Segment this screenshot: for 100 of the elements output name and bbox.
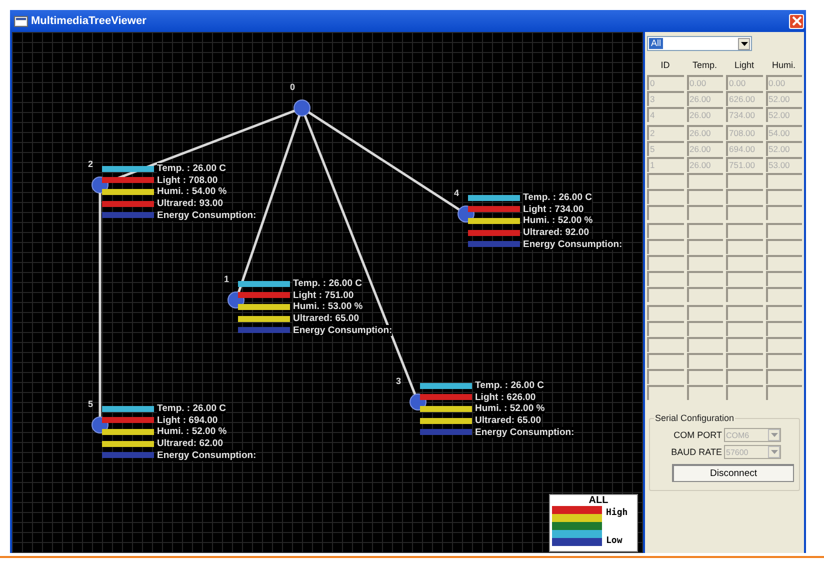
table-field: [766, 337, 802, 352]
table-field: [766, 305, 802, 320]
table-field: 734.00: [726, 107, 762, 122]
node-id: 5: [88, 399, 94, 409]
table-field: 52.00: [766, 91, 802, 106]
table-field: [647, 321, 684, 336]
column-header: ID: [660, 59, 671, 71]
reading-text: Energy Consumption:: [475, 426, 574, 438]
table-field: [686, 255, 723, 270]
table-field: [686, 271, 723, 286]
table-field: [766, 353, 802, 368]
table-field: 694.00: [726, 141, 762, 156]
legend-label: Low: [606, 536, 624, 546]
table-field: [647, 369, 684, 384]
table-field: 1: [647, 157, 684, 172]
table-field: [686, 353, 723, 368]
window-icon: [14, 16, 28, 26]
table-field: [647, 385, 684, 400]
table-field: 26.00: [686, 141, 723, 156]
table-field: [647, 205, 684, 220]
table-field: 54.00: [766, 125, 802, 140]
table-field: [686, 205, 723, 220]
reading-text: Humi. : 54.00 %: [157, 186, 227, 198]
node-id: 3: [396, 376, 402, 386]
table-field: [766, 189, 802, 204]
table-field: [647, 255, 684, 270]
reading-text: Light : 708.00: [157, 174, 218, 186]
column-header: Light: [733, 59, 756, 71]
table-field: [726, 305, 762, 320]
reading-text: Humi. : 52.00 %: [475, 403, 545, 414]
disconnect-button[interactable]: Disconnect: [672, 464, 794, 482]
table-field: 53.00: [766, 157, 802, 172]
node-id: 4: [454, 188, 460, 198]
node-circle[interactable]: [294, 100, 310, 116]
reading-text: Ultrared: 93.00: [157, 198, 224, 210]
table-field: [726, 271, 762, 286]
table-field: [647, 337, 684, 352]
table-field: [686, 239, 723, 254]
table-field: [647, 223, 684, 238]
table-field: [647, 287, 684, 302]
table-field: 3: [647, 91, 684, 106]
table-field: [647, 353, 684, 368]
table-field: [686, 287, 723, 302]
column-header: Humi.: [770, 59, 796, 71]
table-field: 0.00: [766, 75, 802, 90]
table-field: 4: [647, 107, 684, 122]
node-id: 0: [290, 82, 296, 92]
table-field: 52.00: [766, 107, 802, 122]
table-field: [726, 287, 762, 302]
table-field: [766, 287, 802, 302]
table-field: [726, 173, 762, 188]
table-field: [766, 173, 802, 188]
table-field: [726, 255, 762, 270]
window-title: MultimediaTreeViewer: [31, 15, 148, 27]
reading-text: Energy Consumption:: [293, 324, 392, 336]
node-id: 1: [224, 274, 230, 284]
table-field: [686, 173, 723, 188]
reading-text: Ultrared: 65.00: [475, 415, 542, 426]
table-field: 52.00: [766, 141, 802, 156]
reading-text: Light : 734.00: [523, 204, 584, 215]
table-field: [726, 189, 762, 204]
filter-dropdown[interactable]: All: [647, 36, 752, 51]
table-field: [766, 369, 802, 384]
node-id: 2: [88, 159, 94, 169]
table-field: [766, 255, 802, 270]
reading-text: Light : 751.00: [293, 290, 354, 301]
reading-text: Ultrared: 62.00: [157, 438, 224, 450]
reading-text: Humi. : 52.00 %: [523, 215, 593, 226]
table-field: [686, 385, 723, 400]
table-field: [766, 239, 802, 254]
reading-text: Temp. : 26.00 C: [475, 380, 544, 392]
dropdown-value: All: [649, 38, 664, 49]
table-field: [726, 321, 762, 336]
close-icon: [792, 16, 802, 26]
legend-title: ALL: [588, 495, 608, 506]
table-field: 26.00: [686, 91, 723, 106]
table-field: [686, 337, 723, 352]
table-field: 0.00: [726, 75, 762, 90]
table-field: [686, 305, 723, 320]
table-field: [726, 205, 762, 220]
close-button[interactable]: [789, 14, 804, 28]
group-title: Serial Configuration: [654, 413, 736, 423]
table-field: 708.00: [726, 125, 762, 140]
reading-text: Temp. : 26.00 C: [157, 403, 226, 414]
table-field: 2: [647, 125, 684, 140]
reading-text: Light : 626.00: [475, 392, 536, 403]
table-field: 26.00: [686, 157, 723, 172]
reading-text: Ultrared: 65.00: [293, 313, 360, 324]
reading-text: Light : 694.00: [157, 414, 218, 426]
reading-text: Temp. : 26.00 C: [157, 163, 226, 174]
reading-text: Temp. : 26.00 C: [523, 192, 592, 204]
table-field: [726, 369, 762, 384]
reading-text: Energy Consumption:: [157, 450, 256, 461]
reading-text: Humi. : 52.00 %: [157, 426, 227, 438]
table-field: [766, 271, 802, 286]
table-field: 26.00: [686, 125, 723, 140]
table-field: [766, 205, 802, 220]
table-field: [726, 223, 762, 238]
reading-text: Humi. : 53.00 %: [293, 301, 363, 312]
column-header: Temp.: [691, 59, 718, 71]
